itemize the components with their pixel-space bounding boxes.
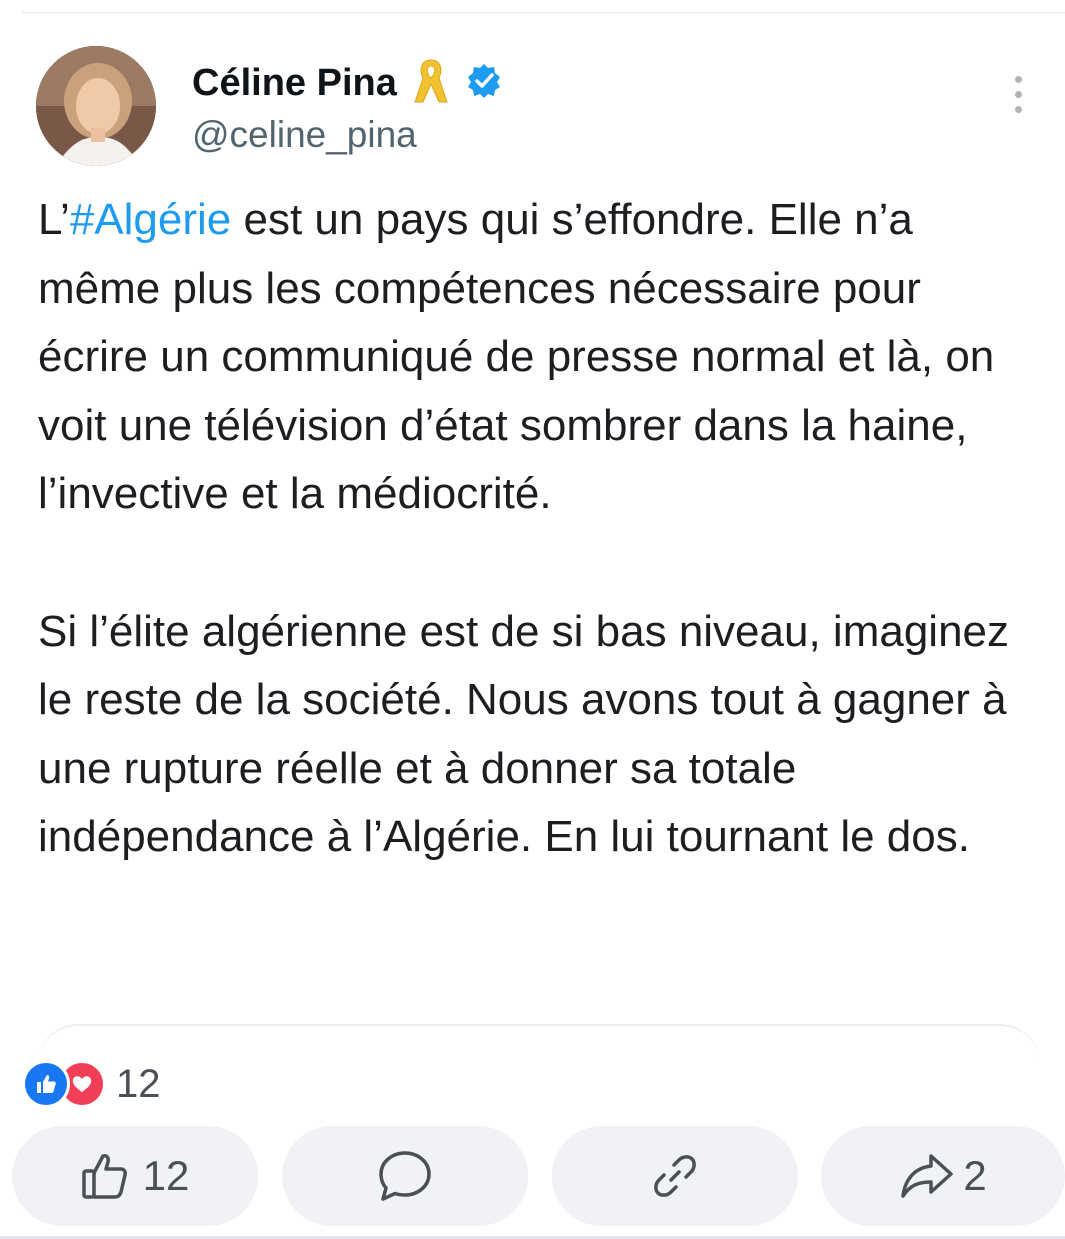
share-count: 2: [963, 1152, 987, 1199]
action-bar: 12 2: [12, 1126, 1065, 1226]
comment-button[interactable]: [282, 1126, 528, 1226]
comment-bubble-icon: [377, 1149, 433, 1203]
reaction-count: 12: [116, 1061, 161, 1106]
author-handle[interactable]: @celine_pina: [192, 114, 417, 156]
like-button[interactable]: 12: [12, 1126, 258, 1226]
like-count: 12: [142, 1152, 190, 1199]
post-body: L’#Algérie est un pays qui s’effondre. E…: [38, 186, 1028, 872]
like-reaction-icon: [22, 1060, 70, 1108]
verified-badge-icon: [465, 62, 503, 105]
author-name[interactable]: Céline Pina: [192, 62, 397, 105]
link-icon: [650, 1151, 700, 1201]
share-button[interactable]: 2: [821, 1126, 1065, 1226]
paragraph-1-prefix: L’: [38, 195, 70, 244]
top-divider: [22, 12, 1065, 13]
hashtag-link[interactable]: #Algérie: [70, 195, 231, 244]
more-options-icon[interactable]: [1008, 76, 1028, 120]
thumbs-up-icon: [81, 1151, 135, 1201]
post-paragraph-2: Si l’élite algérienne est de si bas nive…: [38, 606, 1010, 862]
embedded-card-edge: [38, 1024, 1040, 1066]
post-paragraph-1: L’#Algérie est un pays qui s’effondre. E…: [38, 186, 1028, 529]
copy-link-button[interactable]: [552, 1126, 798, 1226]
yellow-ribbon-icon: [411, 56, 451, 111]
author-avatar[interactable]: [36, 46, 156, 166]
reaction-summary[interactable]: 12: [22, 1060, 161, 1108]
share-arrow-icon: [899, 1152, 955, 1200]
